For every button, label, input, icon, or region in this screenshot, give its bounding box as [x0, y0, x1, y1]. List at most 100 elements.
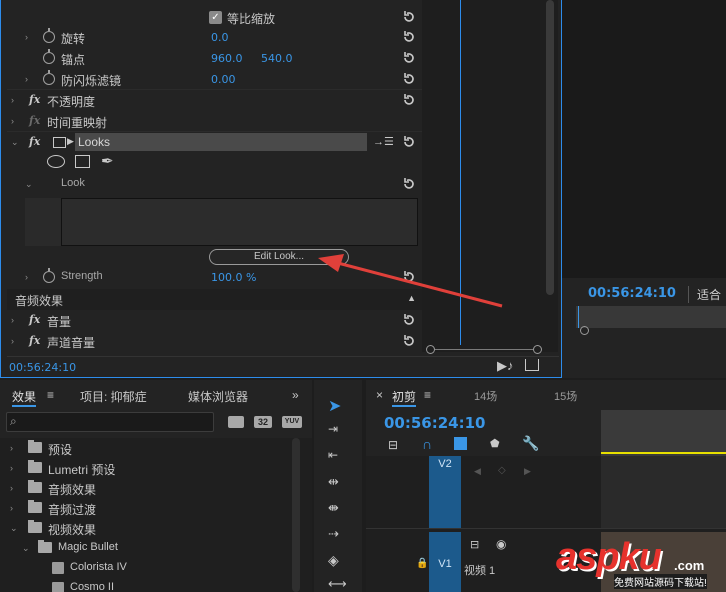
rolling-edit-tool-icon[interactable]: ⇹ — [328, 474, 348, 492]
zoom-handle-left[interactable] — [426, 345, 435, 354]
reset-icon[interactable] — [402, 51, 416, 65]
linked-selection-icon[interactable] — [454, 437, 467, 450]
export-frame-icon[interactable] — [525, 359, 539, 371]
program-time-ruler[interactable] — [576, 306, 726, 328]
strength-value[interactable]: 100.0 % — [211, 271, 256, 284]
stopwatch-icon[interactable] — [43, 49, 55, 64]
yuv-effects-icon[interactable]: YUV — [282, 416, 302, 428]
ripple-edit-tool-icon[interactable]: ⇤ — [328, 448, 348, 466]
tree-item-presets[interactable]: › 预设 — [0, 438, 300, 458]
more-panels-icon[interactable]: » — [292, 388, 299, 402]
zoom-handle-left[interactable] — [580, 326, 589, 335]
v2-clip-area[interactable] — [601, 456, 726, 528]
close-icon[interactable]: × — [376, 388, 383, 402]
uniform-scale-checkbox[interactable]: ✓ — [209, 11, 222, 24]
time-remap-row[interactable]: › fx 时间重映射 — [7, 111, 422, 132]
timeline-timecode[interactable]: 00:56:24:10 — [384, 414, 486, 432]
reset-icon[interactable] — [402, 177, 416, 191]
rate-stretch-tool-icon[interactable]: ⇼ — [328, 500, 348, 518]
tree-item-lumetri-presets[interactable]: › Lumetri 预设 — [0, 458, 300, 478]
eye-icon[interactable]: ◉ — [496, 537, 506, 551]
tab-project[interactable]: 项目: 抑郁症 — [80, 388, 147, 405]
flicker-filter-value[interactable]: 0.00 — [211, 73, 236, 86]
playhead-line[interactable] — [578, 306, 579, 328]
effect-menu-icon[interactable]: →☰ — [373, 135, 394, 148]
track-v1-header[interactable]: V1 — [429, 532, 461, 592]
tree-item-colorista[interactable]: Colorista IV — [0, 558, 300, 578]
fx-icon[interactable]: fx — [29, 313, 40, 326]
chevron-right-icon[interactable]: › — [11, 315, 19, 325]
track-select-tool-icon[interactable]: ⇥ — [328, 422, 348, 440]
chevron-right-icon[interactable]: › — [25, 32, 33, 42]
tree-item-magic-bullet[interactable]: ⌄ Magic Bullet — [0, 538, 300, 558]
track-v2-header[interactable]: V2 — [429, 456, 461, 528]
reset-icon[interactable] — [402, 30, 416, 44]
wrench-icon[interactable]: 🔧 — [522, 435, 539, 452]
keyframe-icon[interactable]: ◇ — [498, 465, 506, 476]
chevron-down-icon[interactable]: ⌄ — [22, 543, 30, 553]
fx-icon[interactable]: fx — [29, 334, 40, 347]
chevron-right-icon[interactable]: › — [11, 116, 19, 126]
channel-volume-row[interactable]: › fx 声道音量 — [7, 331, 422, 352]
chevron-down-icon[interactable]: ⌄ — [10, 523, 18, 533]
tree-item-audio-effects[interactable]: › 音频效果 — [0, 478, 300, 498]
chevron-right-icon[interactable]: › — [10, 443, 18, 453]
rotation-value[interactable]: 0.0 — [211, 31, 229, 44]
chevron-right-icon[interactable]: › — [11, 95, 19, 105]
opacity-row[interactable]: › fx 不透明度 — [7, 90, 422, 111]
tab-effects[interactable]: 效果 — [12, 388, 37, 407]
vertical-scrollbar[interactable] — [546, 0, 554, 295]
slide-tool-icon[interactable]: ⟷ — [328, 576, 348, 592]
zoom-scrollbar[interactable] — [426, 345, 542, 355]
work-area-bar[interactable] — [601, 452, 726, 454]
reset-icon[interactable] — [402, 135, 416, 149]
zoom-handle-right[interactable] — [533, 345, 542, 354]
chevron-down-icon[interactable]: ⌄ — [25, 179, 33, 189]
slip-tool-icon[interactable]: ◈ — [328, 552, 348, 570]
chevron-right-icon[interactable]: › — [10, 463, 18, 473]
lock-icon[interactable]: 🔒 — [416, 558, 428, 569]
prev-keyframe-icon[interactable]: ◀ — [474, 466, 481, 477]
chevron-right-icon[interactable]: › — [11, 336, 19, 346]
sync-lock-icon[interactable]: ⊟ — [470, 538, 479, 551]
razor-tool-icon[interactable]: ⇢ — [328, 526, 348, 544]
anchor-x-value[interactable]: 960.0 — [211, 52, 243, 65]
stopwatch-icon[interactable] — [43, 28, 55, 43]
next-keyframe-icon[interactable]: ▶ — [524, 466, 531, 477]
reset-icon[interactable] — [402, 72, 416, 86]
stopwatch-icon[interactable] — [43, 268, 55, 283]
effects-search-input[interactable]: ⌕ — [6, 412, 214, 432]
fx-icon[interactable]: fx — [29, 93, 40, 106]
ellipse-mask-icon[interactable] — [47, 155, 65, 168]
stopwatch-icon[interactable] — [43, 70, 55, 85]
ec-timecode[interactable]: 00:56:24:10 — [9, 361, 76, 374]
volume-row[interactable]: › fx 音量 — [7, 310, 422, 331]
add-marker-icon[interactable]: ⬟ — [490, 437, 500, 450]
snap-magnet-icon[interactable]: ∩ — [422, 436, 432, 452]
nest-icon[interactable]: ⊟ — [388, 438, 398, 452]
rectangle-mask-icon[interactable] — [75, 155, 90, 168]
panel-menu-icon[interactable]: ≡ — [47, 388, 54, 402]
mask-rect-icon[interactable] — [53, 137, 66, 148]
chevron-right-icon[interactable]: › — [25, 272, 33, 282]
tab-sequence[interactable]: 初剪 — [392, 388, 417, 407]
timeline-tab[interactable]: 15场 — [554, 388, 577, 404]
reset-icon[interactable] — [402, 93, 416, 107]
chevron-right-icon[interactable]: › — [10, 503, 18, 513]
chevron-right-icon[interactable]: › — [25, 74, 33, 84]
tree-item-video-effects[interactable]: ⌄ 视频效果 — [0, 518, 300, 538]
looks-effect-row[interactable]: ⌄ fx ▶ Looks →☰ — [7, 132, 422, 153]
fit-dropdown[interactable]: 适合 — [688, 286, 721, 303]
timeline-tab[interactable]: 14场 — [474, 388, 497, 404]
play-audio-icon[interactable]: ▶♪ — [497, 358, 514, 374]
tab-media-browser[interactable]: 媒体浏览器 — [188, 388, 248, 405]
32bit-effects-icon[interactable]: 32 — [254, 416, 272, 428]
anchor-y-value[interactable]: 540.0 — [261, 52, 293, 65]
chevron-right-icon[interactable]: › — [10, 483, 18, 493]
tree-item-cosmo[interactable]: Cosmo II — [0, 578, 300, 592]
timeline-ruler[interactable] — [601, 410, 726, 456]
accelerated-effects-icon[interactable] — [228, 416, 244, 428]
looks-name-field[interactable]: Looks — [75, 133, 367, 151]
tree-item-audio-transitions[interactable]: › 音频过渡 — [0, 498, 300, 518]
reset-icon[interactable] — [402, 313, 416, 327]
